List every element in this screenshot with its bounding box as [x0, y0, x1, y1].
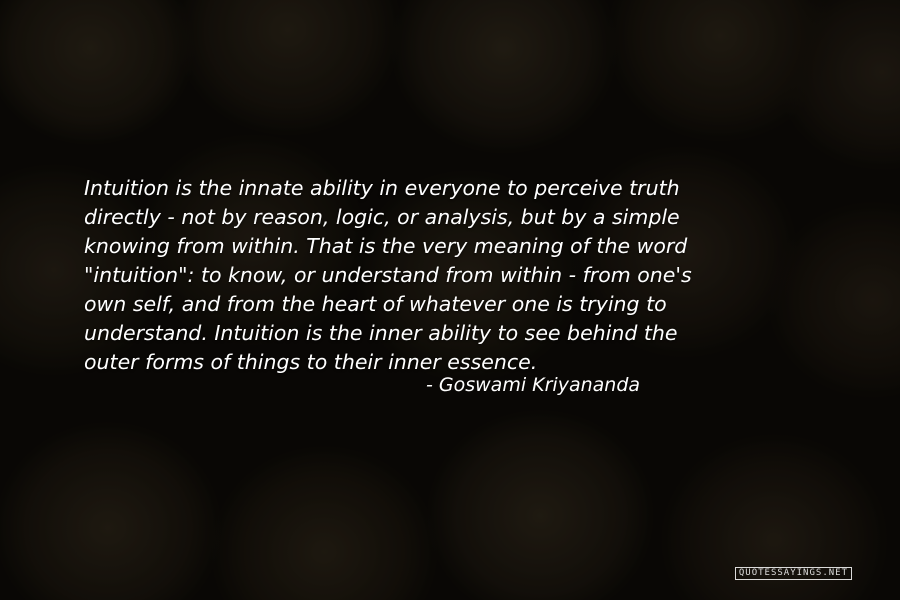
- quote-author: - Goswami Kriyananda: [426, 374, 641, 396]
- quote-block: Intuition is the innate ability in every…: [84, 174, 824, 377]
- quote-image: Intuition is the innate ability in every…: [0, 0, 900, 600]
- watermark: QUOTESSAYINGS.NET: [734, 567, 852, 580]
- quote-text: Intuition is the innate ability in every…: [84, 176, 692, 374]
